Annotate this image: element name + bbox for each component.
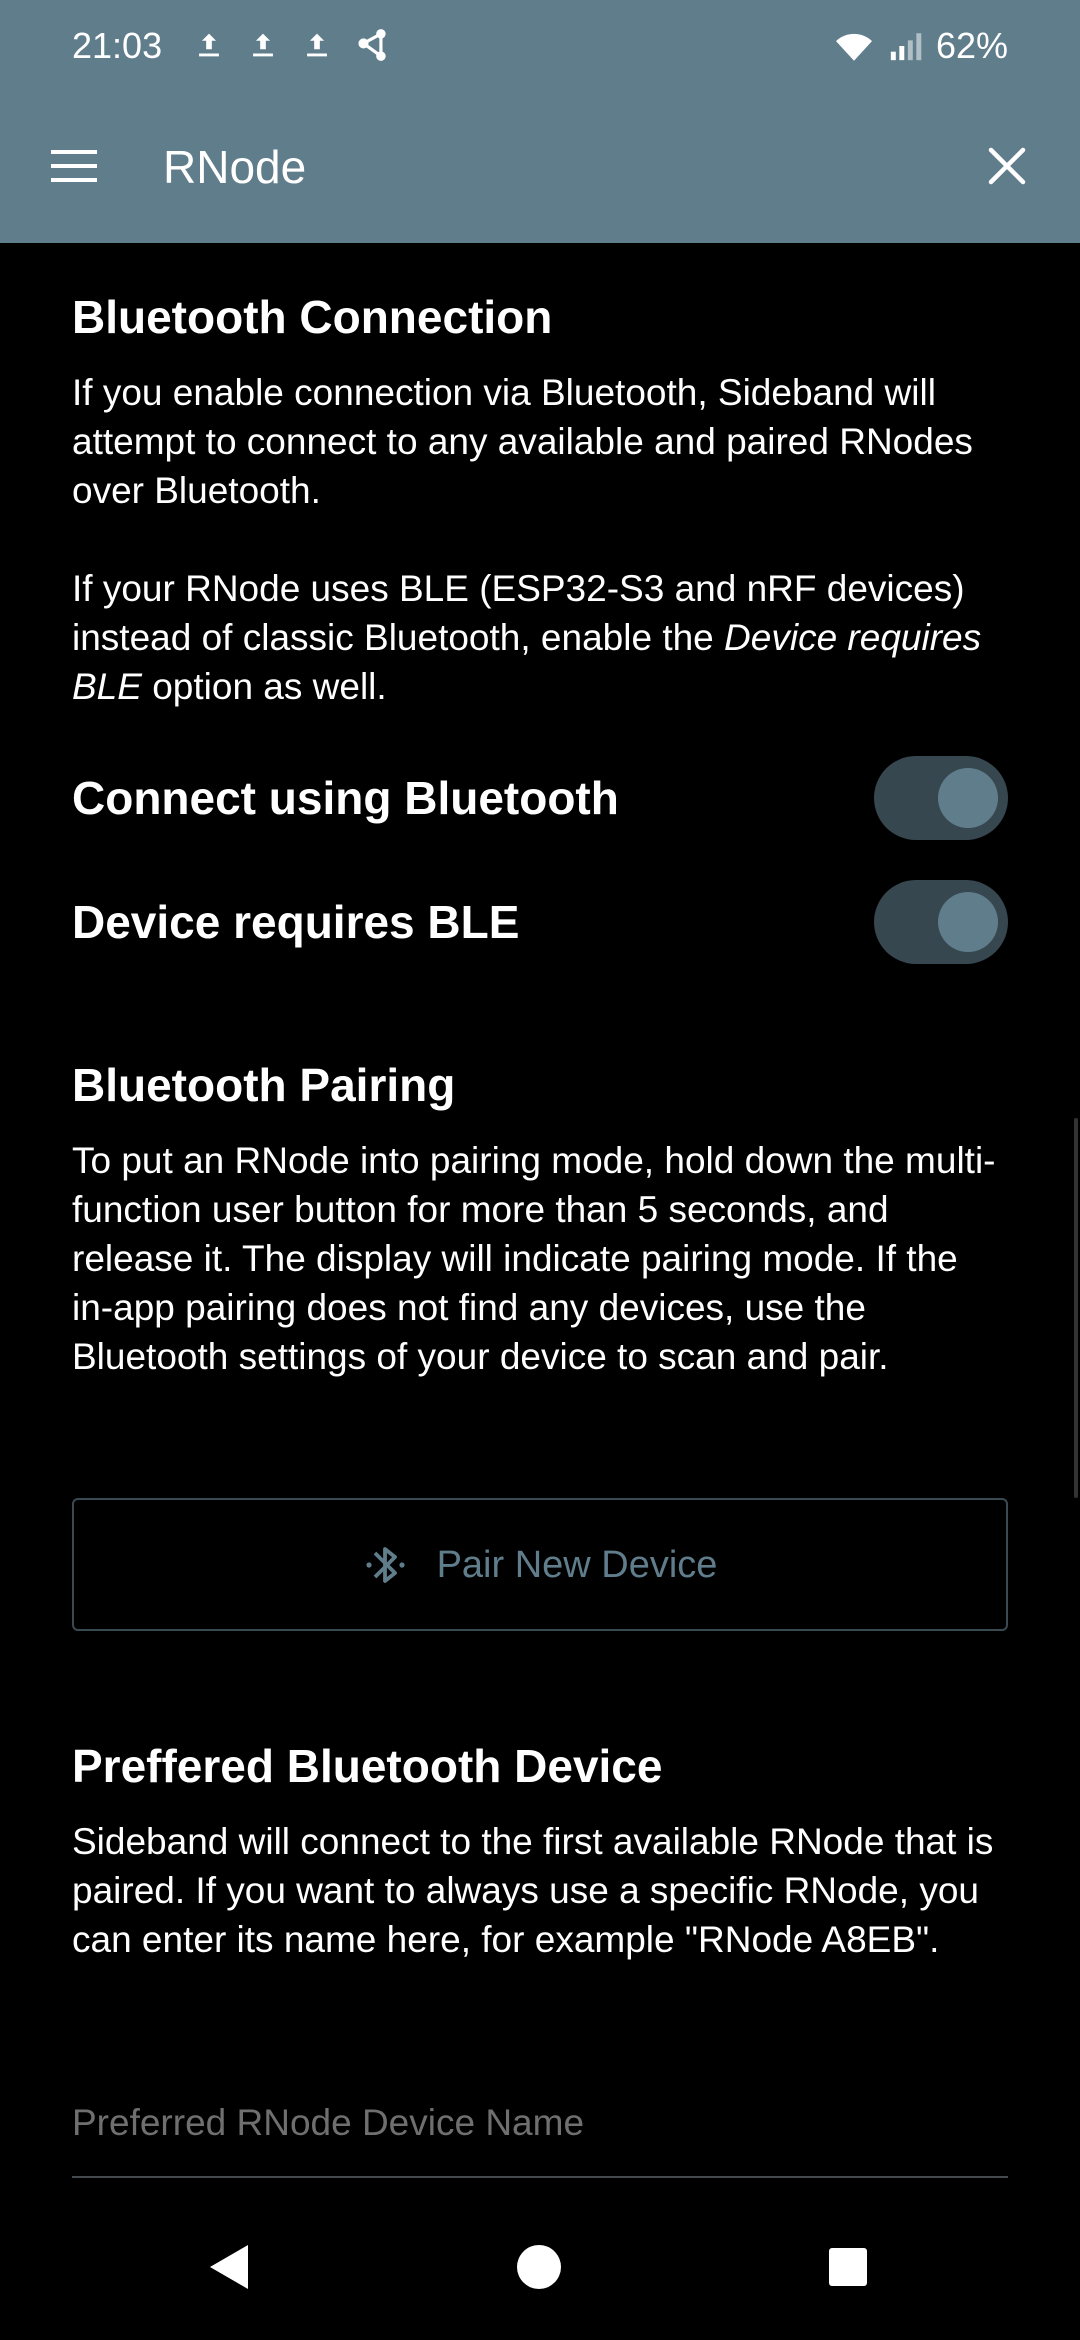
- close-icon: [988, 147, 1026, 185]
- connect-bluetooth-toggle[interactable]: [874, 756, 1008, 840]
- home-icon: [517, 2245, 561, 2289]
- wifi-icon: [835, 33, 872, 61]
- toggle-knob: [938, 768, 998, 828]
- home-button[interactable]: [494, 2222, 584, 2312]
- bluetooth-pairing-description: To put an RNode into pairing mode, hold …: [72, 1140, 996, 1377]
- back-button[interactable]: [183, 2222, 273, 2312]
- system-icons: 62%: [834, 22, 1008, 70]
- hamburger-menu-icon: [51, 150, 97, 182]
- toggle-row-connect-bluetooth: Connect using Bluetooth: [72, 756, 1008, 840]
- upload-icon: [307, 33, 327, 57]
- preferred-device-name-input[interactable]: [72, 2093, 1008, 2153]
- status-bar: 21:03 62%: [0, 0, 1080, 93]
- preferred-device-description: Sideband will connect to the first avail…: [72, 1821, 994, 1960]
- upload-icon: [199, 33, 219, 57]
- notification-icons: [192, 26, 392, 64]
- device-requires-ble-toggle[interactable]: [874, 880, 1008, 964]
- pair-button-label: Pair New Device: [436, 1543, 718, 1586]
- cell-signal-icon: [890, 33, 922, 61]
- battery-level: 62%: [935, 25, 1008, 66]
- ble-description-suffix: option as well.: [141, 666, 387, 707]
- bluetooth-connection-description: If you enable connection via Bluetooth, …: [72, 372, 973, 511]
- menu-button[interactable]: [40, 131, 110, 201]
- toggle-label: Device requires BLE: [72, 896, 520, 948]
- page-title: RNode: [163, 141, 307, 193]
- pair-new-device-button[interactable]: Pair New Device: [72, 1498, 1008, 1631]
- recents-button[interactable]: [803, 2222, 893, 2312]
- status-time: 21:03: [72, 25, 163, 66]
- toggle-knob: [938, 892, 998, 952]
- bluetooth-searching-icon: [365, 1546, 405, 1583]
- share-icon: [358, 29, 386, 61]
- ble-description: If your RNode uses BLE (ESP32-S3 and nRF…: [72, 564, 1008, 711]
- preferred-device-field: [72, 2063, 1008, 2178]
- toggle-label: Connect using Bluetooth: [72, 772, 619, 824]
- section-title-preferred-device: Preffered Bluetooth Device: [72, 1740, 663, 1792]
- close-button[interactable]: [972, 131, 1042, 201]
- upload-icon: [253, 33, 273, 57]
- toggle-row-device-requires-ble: Device requires BLE: [72, 880, 1008, 964]
- recents-icon: [829, 2248, 867, 2286]
- section-title-bluetooth-connection: Bluetooth Connection: [72, 291, 553, 343]
- section-title-bluetooth-pairing: Bluetooth Pairing: [72, 1059, 456, 1111]
- scrollbar[interactable]: [1074, 1118, 1078, 1498]
- app-bar: RNode: [0, 93, 1080, 243]
- back-icon: [210, 2245, 248, 2289]
- system-nav-bar: [0, 2196, 1080, 2340]
